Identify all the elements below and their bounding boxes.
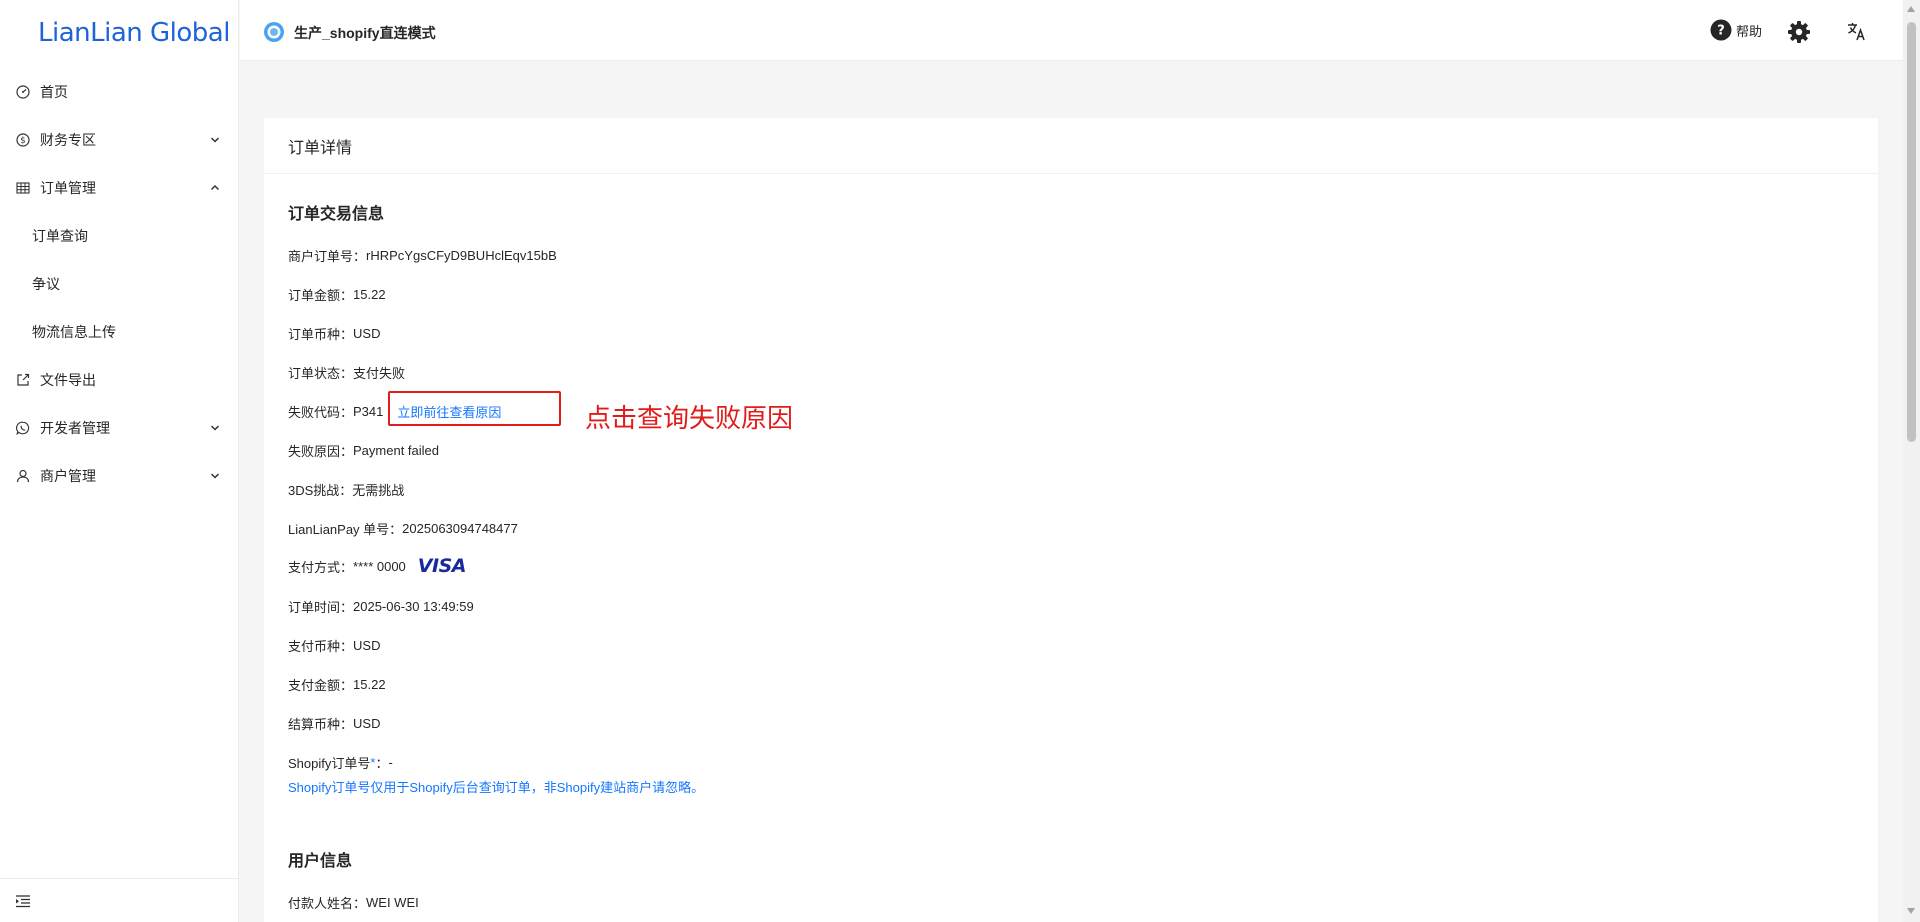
sidebar-item-file-export[interactable]: 文件导出	[0, 356, 239, 404]
annotation-text: 点击查询失败原因	[585, 403, 794, 433]
fail-reason-value: Payment failed	[353, 443, 440, 458]
shopify-hint-text: Shopify订单号仅用于Shopify后台查询订单，非Shopify建站商户请…	[288, 780, 705, 795]
chevron-down-icon	[209, 134, 221, 146]
sidebar-subitem-disputes[interactable]: 争议	[0, 260, 239, 308]
field-label: 支付币种：	[288, 639, 354, 654]
translate-icon[interactable]	[1846, 21, 1868, 43]
gear-icon[interactable]	[1787, 20, 1811, 44]
sidebar-item-label: 商户管理	[40, 468, 96, 484]
field-label: LianLianPay 单号：	[288, 522, 403, 537]
menu-fold-icon[interactable]	[15, 893, 31, 909]
sidebar-subitem-label: 物流信息上传	[32, 324, 116, 340]
sidebar-subitem-label: 争议	[32, 276, 60, 292]
payer-name-value: WEI WEI	[366, 895, 419, 910]
help-label: 帮助	[1736, 23, 1763, 39]
order-time-row: 订单时间： 2025-06-30 13:49:59	[288, 597, 474, 616]
merchant-order-no-value: rHRPcYgsCFyD9BUHclEqv15bB	[366, 248, 557, 263]
field-label: 支付方式：	[288, 559, 354, 575]
field-label: 订单时间：	[288, 600, 354, 615]
order-status-row: 订单状态： 支付失败	[288, 363, 405, 382]
sidebar-item-label: 首页	[40, 84, 68, 100]
sidebar-subitem-logistics-upload[interactable]: 物流信息上传	[0, 308, 239, 356]
chevron-up-icon	[209, 182, 221, 194]
card-number-value: **** 0000	[353, 558, 406, 574]
export-icon	[16, 373, 30, 387]
scrollbar-thumb[interactable]	[1907, 22, 1916, 442]
pay-currency-row: 支付币种： USD	[288, 636, 380, 655]
field-label: 支付金额：	[288, 678, 354, 693]
brand-logo[interactable]: LianLian Global	[38, 18, 230, 48]
sidebar-menu: 首页 $ 财务专区 订单管理 订单查询 争议 物流信息上传 文件导出 开发者管理…	[0, 68, 239, 500]
user-section-title: 用户信息	[288, 853, 353, 870]
pay-currency-value: USD	[353, 638, 381, 653]
field-label: 失败代码：	[288, 405, 354, 420]
svg-text:$: $	[20, 136, 25, 146]
three-ds-row: 3DS挑战： 无需挑战	[288, 480, 404, 499]
fail-code-value: P341	[353, 404, 384, 419]
help-circle-icon: ?	[1710, 19, 1732, 41]
field-label: 订单状态：	[288, 366, 354, 381]
order-currency-value: USD	[353, 326, 381, 341]
chevron-down-icon	[209, 470, 221, 482]
sidebar-subitem-order-query[interactable]: 订单查询	[0, 212, 239, 260]
field-label: 3DS挑战：	[288, 483, 353, 498]
payer-name-row: 付款人姓名： WEI WEI	[288, 893, 419, 912]
scroll-down-arrow-icon[interactable]	[1906, 906, 1916, 916]
sidebar-footer	[0, 878, 239, 922]
shopify-order-no-value: -	[388, 755, 393, 770]
chevron-down-icon	[209, 422, 221, 434]
pay-amount-value: 15.22	[353, 677, 386, 692]
field-label: 订单币种：	[288, 327, 354, 342]
user-icon	[16, 469, 30, 483]
payment-method-row: 支付方式： **** 0000 VISA	[288, 555, 466, 577]
whatsapp-icon	[16, 421, 30, 435]
field-label: 付款人姓名：	[288, 896, 367, 911]
top-bar: 生产_shopify直连模式 ? 帮助	[240, 0, 1903, 61]
order-amount-row: 订单金额： 15.22	[288, 285, 386, 304]
sidebar: LianLian Global 首页 $ 财务专区 订单管理 订单查询 争议 物…	[0, 0, 239, 922]
sidebar-item-developer[interactable]: 开发者管理	[0, 404, 239, 452]
order-detail-card: 订单详情 订单交易信息 商户订单号： rHRPcYgsCFyD9BUHclEqv…	[264, 118, 1878, 922]
store-avatar-icon	[264, 22, 284, 42]
dashboard-icon	[16, 85, 30, 99]
order-status-value: 支付失败	[353, 366, 406, 381]
transaction-section-title: 订单交易信息	[288, 206, 385, 223]
card-title: 订单详情	[264, 118, 1878, 174]
sidebar-item-label: 文件导出	[40, 372, 96, 388]
sidebar-item-label: 订单管理	[40, 180, 96, 196]
pay-amount-row: 支付金额： 15.22	[288, 675, 386, 694]
sidebar-item-home[interactable]: 首页	[0, 68, 239, 116]
sidebar-item-orders[interactable]: 订单管理	[0, 164, 239, 212]
fail-reason-row: 失败原因： Payment failed	[288, 441, 439, 460]
lianlianpay-no-value: 2025063094748477	[402, 521, 518, 536]
order-currency-row: 订单币种： USD	[288, 324, 380, 343]
lianlianpay-no-row: LianLianPay 单号： 2025063094748477	[288, 519, 518, 538]
sidebar-subitem-label: 订单查询	[32, 228, 88, 244]
sidebar-item-finance[interactable]: $ 财务专区	[0, 116, 239, 164]
three-ds-value: 无需挑战	[352, 483, 405, 498]
field-label: 失败原因：	[288, 444, 354, 459]
svg-text:?: ?	[1717, 24, 1725, 39]
settle-currency-row: 结算币种： USD	[288, 714, 380, 733]
shopify-order-no-row: Shopify订单号 * ： -	[288, 753, 393, 772]
field-label: 结算币种：	[288, 717, 354, 732]
store-name[interactable]: 生产_shopify直连模式	[294, 23, 436, 43]
merchant-order-no-row: 商户订单号： rHRPcYgsCFyD9BUHclEqv15bB	[288, 246, 557, 265]
scroll-up-arrow-icon[interactable]	[1906, 4, 1916, 14]
order-amount-value: 15.22	[353, 287, 386, 302]
table-icon	[16, 181, 30, 195]
help-button[interactable]: ? 帮助	[1710, 19, 1762, 41]
dollar-circle-icon: $	[16, 133, 30, 147]
visa-logo-icon: VISA	[417, 555, 467, 577]
field-colon: ：	[375, 756, 389, 771]
order-time-value: 2025-06-30 13:49:59	[353, 599, 474, 614]
field-label: Shopify订单号	[288, 756, 371, 771]
sidebar-item-merchant[interactable]: 商户管理	[0, 452, 239, 500]
field-label: 订单金额：	[288, 288, 354, 303]
annotation-highlight-box	[388, 391, 561, 426]
sidebar-item-label: 财务专区	[40, 132, 96, 148]
settle-currency-value: USD	[353, 716, 381, 731]
field-label: 商户订单号：	[288, 249, 367, 264]
sidebar-item-label: 开发者管理	[40, 420, 110, 436]
